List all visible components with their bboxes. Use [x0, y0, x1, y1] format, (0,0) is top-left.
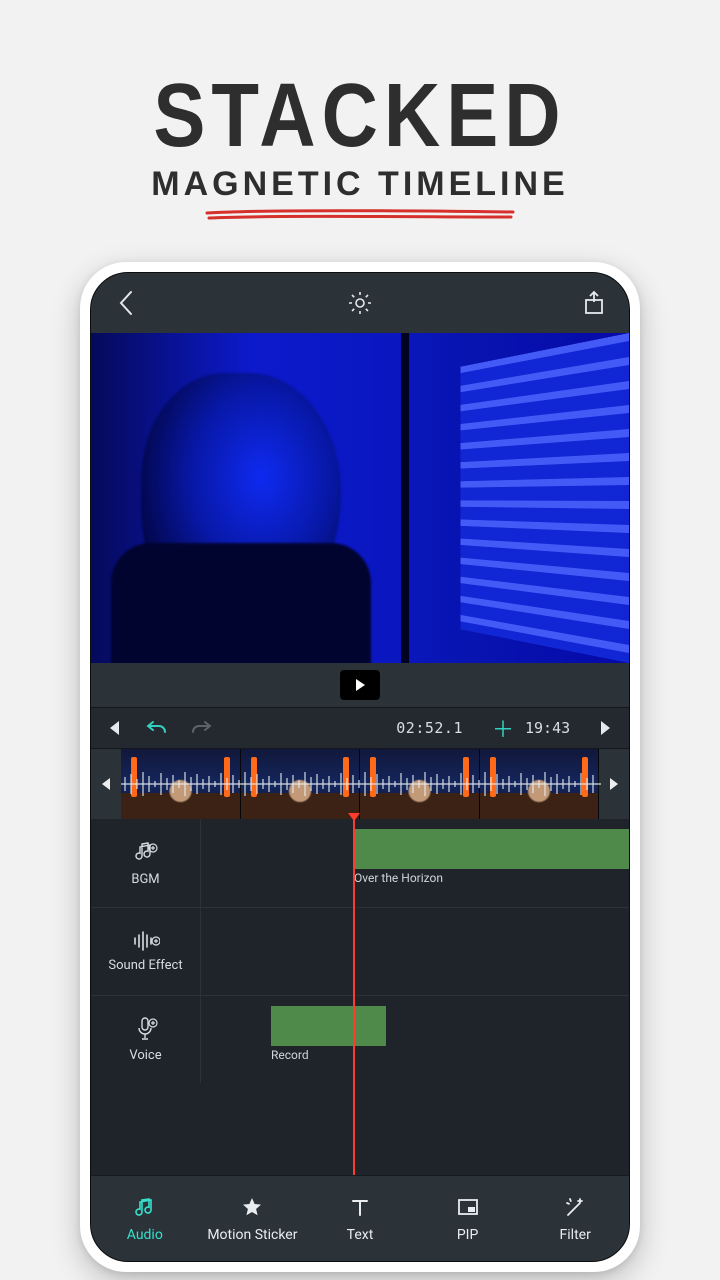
- share-icon[interactable]: [581, 290, 607, 316]
- skip-start-button[interactable]: [91, 708, 135, 748]
- audio-icon: [132, 1195, 158, 1221]
- tab-label: Audio: [127, 1227, 163, 1243]
- track-bgm[interactable]: BGM Over the Horizon: [91, 819, 629, 907]
- text-icon: [347, 1195, 373, 1221]
- promo-underline: [205, 208, 515, 222]
- promo-title: STACKED: [153, 63, 566, 168]
- gear-icon[interactable]: [347, 290, 373, 316]
- phone-frame: 02:52.1 ＋ 19:43: [80, 262, 640, 1272]
- tab-text[interactable]: Text: [306, 1176, 414, 1261]
- tab-label: Filter: [560, 1227, 591, 1243]
- promo-headline: STACKED MAGNETIC TIMELINE: [0, 0, 720, 222]
- duration: 19:43: [525, 708, 585, 748]
- top-bar: [91, 273, 629, 333]
- microphone-icon: [134, 1016, 158, 1042]
- filmstrip-next-button[interactable]: [599, 749, 629, 819]
- track-label: BGM: [131, 872, 159, 887]
- skip-end-button[interactable]: [585, 708, 629, 748]
- playhead[interactable]: [353, 819, 355, 1175]
- sound-wave-icon: [132, 930, 160, 952]
- track-voice[interactable]: Voice Record: [91, 995, 629, 1083]
- video-preview[interactable]: [91, 333, 629, 663]
- track-sound-effect[interactable]: Sound Effect: [91, 907, 629, 995]
- bottom-toolbar: Audio Motion Sticker Text: [91, 1175, 629, 1261]
- promo-subtitle: MAGNETIC TIMELINE: [0, 165, 720, 204]
- star-icon: [239, 1195, 265, 1221]
- pip-icon: [455, 1195, 481, 1221]
- current-time: 02:52.1: [223, 708, 481, 748]
- tab-audio[interactable]: Audio: [91, 1176, 199, 1261]
- track-label: Voice: [129, 1048, 161, 1063]
- tab-label: PIP: [457, 1227, 478, 1243]
- clip-label: Record: [271, 1048, 309, 1062]
- play-bar: [91, 663, 629, 707]
- back-icon[interactable]: [113, 290, 139, 316]
- redo-button[interactable]: [179, 708, 223, 748]
- tab-label: Text: [347, 1227, 374, 1243]
- tab-pip[interactable]: PIP: [414, 1176, 522, 1261]
- tab-label: Motion Sticker: [207, 1227, 297, 1243]
- magic-wand-icon: [562, 1195, 588, 1221]
- undo-button[interactable]: [135, 708, 179, 748]
- music-note-icon: [133, 840, 159, 866]
- tab-filter[interactable]: Filter: [521, 1176, 629, 1261]
- waveform-icon: [121, 769, 601, 799]
- filmstrip-prev-button[interactable]: [91, 749, 121, 819]
- app-screen: 02:52.1 ＋ 19:43: [90, 272, 630, 1262]
- add-clip-button[interactable]: ＋: [481, 708, 525, 748]
- clip-label: Over the Horizon: [354, 871, 443, 885]
- track-label: Sound Effect: [108, 958, 182, 973]
- tab-motion-sticker[interactable]: Motion Sticker: [199, 1176, 307, 1261]
- timeline-tracks[interactable]: BGM Over the Horizon Sound Effect: [91, 819, 629, 1175]
- voice-clip[interactable]: [271, 1006, 386, 1046]
- transport-row: 02:52.1 ＋ 19:43: [91, 707, 629, 749]
- audio-clip[interactable]: [354, 829, 629, 869]
- play-button[interactable]: [340, 670, 380, 700]
- filmstrip[interactable]: [91, 749, 629, 819]
